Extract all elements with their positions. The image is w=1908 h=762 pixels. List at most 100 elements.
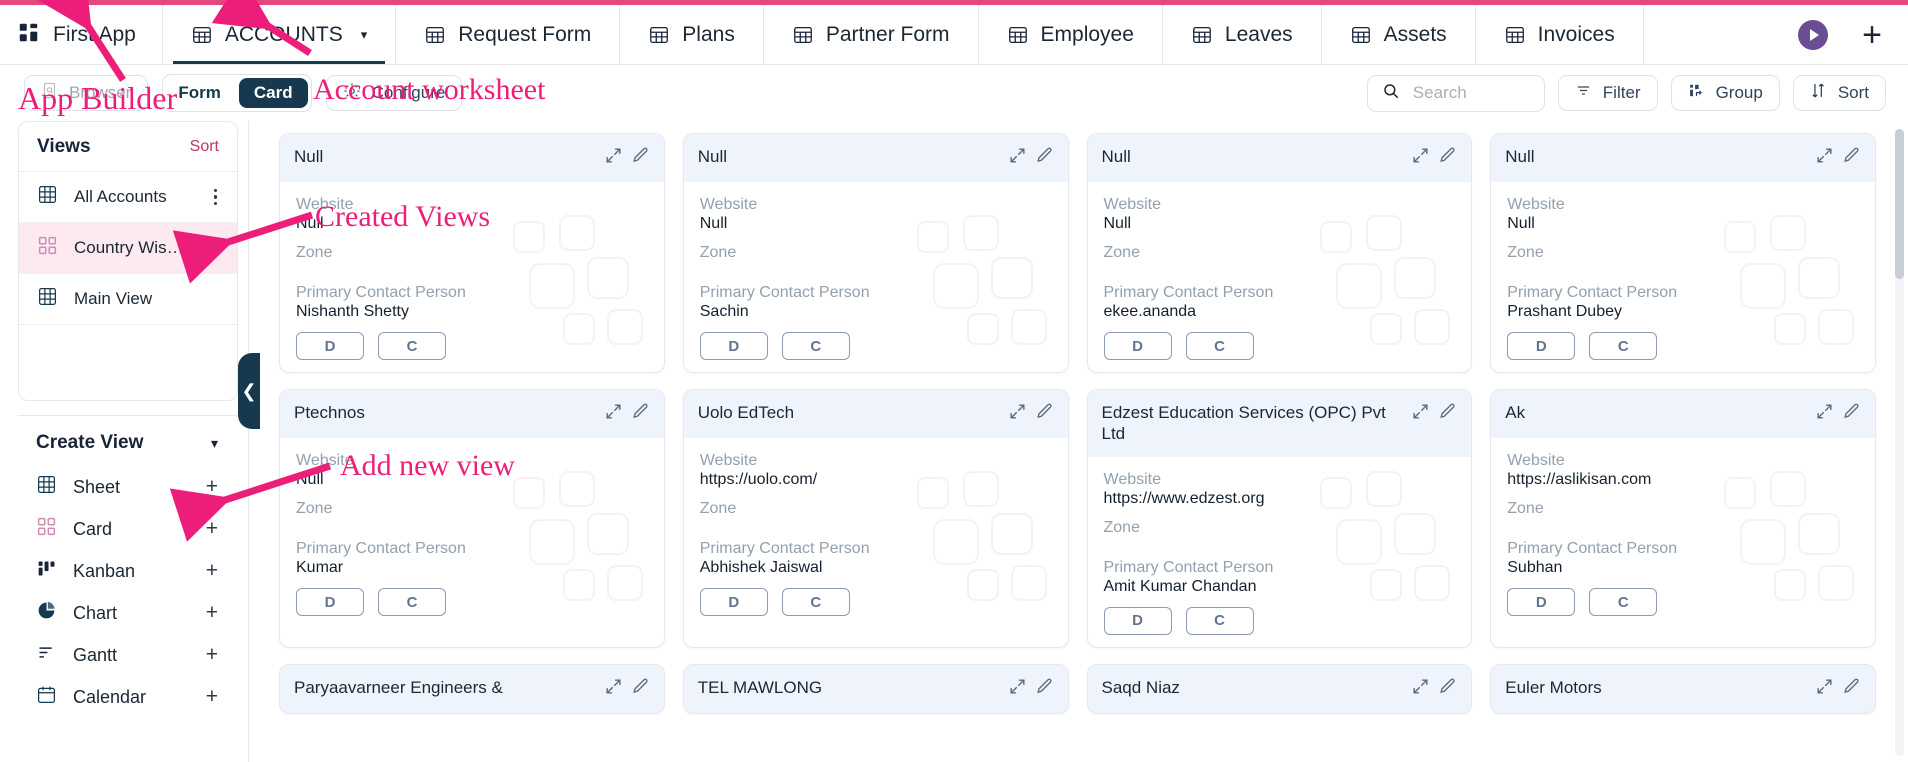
app-brand[interactable]: First App bbox=[0, 5, 163, 64]
record-card[interactable]: Ptechnos Website Null Zone Primary Contact P… bbox=[279, 389, 665, 648]
copy-button[interactable]: C bbox=[378, 332, 446, 360]
edit-icon[interactable] bbox=[1438, 402, 1457, 421]
field-label-zone: Zone bbox=[699, 500, 737, 517]
search-input[interactable] bbox=[1412, 83, 1530, 103]
edit-icon[interactable] bbox=[1842, 146, 1861, 165]
record-card[interactable]: Edzest Education Services (OPC) Pvt Ltd W… bbox=[1086, 389, 1473, 648]
expand-icon[interactable] bbox=[1008, 402, 1027, 421]
create-view-card[interactable]: Card + bbox=[18, 508, 238, 550]
edit-icon[interactable] bbox=[631, 402, 650, 421]
browser-button[interactable]: Browser bbox=[24, 75, 149, 111]
sort-button[interactable]: Sort bbox=[1792, 75, 1886, 111]
copy-button[interactable]: C bbox=[781, 332, 850, 360]
expand-icon[interactable] bbox=[604, 146, 623, 165]
card-tab[interactable]: Card bbox=[238, 78, 308, 108]
record-card[interactable]: Saqd Niaz bbox=[1086, 663, 1473, 714]
add-sheet-view-button[interactable]: + bbox=[206, 475, 218, 499]
edit-icon[interactable] bbox=[1035, 146, 1054, 165]
filter-button[interactable]: Filter bbox=[1557, 75, 1658, 111]
tab-assets[interactable]: Assets bbox=[1322, 5, 1476, 64]
search-box[interactable] bbox=[1366, 74, 1545, 112]
grid-scrollbar-thumb[interactable] bbox=[1895, 129, 1904, 279]
edit-icon[interactable] bbox=[1842, 677, 1861, 696]
edit-icon[interactable] bbox=[1842, 402, 1861, 421]
record-card[interactable]: Null Website Null Zone Primary Contact Perso… bbox=[279, 133, 665, 373]
add-card-view-button[interactable]: + bbox=[206, 517, 218, 541]
table-icon bbox=[191, 24, 213, 46]
tab-leaves[interactable]: Leaves bbox=[1163, 5, 1322, 64]
create-view-header[interactable]: Create View ▾ bbox=[18, 416, 238, 466]
expand-icon[interactable] bbox=[604, 402, 623, 421]
record-card[interactable]: Euler Motors bbox=[1490, 663, 1876, 714]
expand-icon[interactable] bbox=[1411, 146, 1430, 165]
sidebar-item-country-wise[interactable]: Country Wise A... bbox=[19, 223, 237, 274]
tab-partner-form[interactable]: Partner Form bbox=[764, 5, 979, 64]
expand-icon[interactable] bbox=[1008, 677, 1027, 696]
expand-icon[interactable] bbox=[1815, 146, 1834, 165]
create-view-kanban[interactable]: Kanban + bbox=[18, 550, 238, 592]
preview-play-icon[interactable] bbox=[1798, 19, 1829, 50]
edit-icon[interactable] bbox=[1035, 402, 1054, 421]
detail-button[interactable]: D bbox=[1507, 332, 1576, 360]
copy-button[interactable]: C bbox=[1185, 332, 1254, 360]
copy-button[interactable]: C bbox=[1589, 332, 1658, 360]
expand-icon[interactable] bbox=[1815, 402, 1834, 421]
view-options-icon[interactable] bbox=[208, 187, 224, 208]
form-tab[interactable]: Form bbox=[163, 75, 235, 111]
views-sort-link[interactable]: Sort bbox=[190, 138, 219, 156]
create-view-chart[interactable]: Chart + bbox=[18, 592, 238, 634]
copy-button[interactable]: C bbox=[1589, 588, 1658, 616]
edit-icon[interactable] bbox=[1035, 677, 1054, 696]
expand-icon[interactable] bbox=[1411, 402, 1430, 421]
detail-button[interactable]: D bbox=[1103, 332, 1172, 360]
add-kanban-view-button[interactable]: + bbox=[206, 559, 218, 583]
record-card[interactable]: Null Website Null Zone Primary Contact Perso… bbox=[1490, 133, 1876, 373]
copy-button[interactable]: C bbox=[378, 588, 446, 616]
record-card[interactable]: Uolo EdTech Website https://uolo.com/Zone P… bbox=[682, 389, 1069, 648]
chevron-down-icon[interactable]: ▾ bbox=[361, 27, 368, 43]
expand-icon[interactable] bbox=[604, 677, 623, 696]
edit-icon[interactable] bbox=[631, 677, 650, 696]
tab-employee[interactable]: Employee bbox=[979, 5, 1163, 64]
record-card[interactable]: Ak Website https://aslikisan.com Zone Primar… bbox=[1490, 389, 1876, 648]
create-view-panel: Create View ▾ Sheet + Card + Kanban + Ch… bbox=[18, 415, 238, 762]
tab-plans[interactable]: Plans bbox=[620, 5, 764, 64]
tab-accounts[interactable]: ACCOUNTS ▾ bbox=[163, 5, 397, 64]
grid-scrollbar[interactable] bbox=[1895, 129, 1904, 756]
edit-icon[interactable] bbox=[631, 146, 650, 165]
sidebar-item-main-view[interactable]: Main View bbox=[19, 274, 237, 325]
detail-button[interactable]: D bbox=[699, 332, 768, 360]
sidebar-item-all-accounts[interactable]: All Accounts bbox=[19, 172, 237, 223]
detail-button[interactable]: D bbox=[1103, 606, 1172, 635]
detail-button[interactable]: D bbox=[296, 332, 364, 360]
create-view-gantt[interactable]: Gantt + bbox=[18, 634, 238, 676]
group-button[interactable]: Group bbox=[1670, 75, 1780, 111]
add-table-button[interactable]: + bbox=[1862, 18, 1882, 52]
field-label-zone: Zone bbox=[1507, 244, 1544, 261]
edit-icon[interactable] bbox=[1438, 146, 1457, 165]
detail-button[interactable]: D bbox=[296, 588, 364, 616]
sidebar-collapse-handle[interactable]: ❮ bbox=[238, 353, 260, 429]
record-card[interactable]: Null Website Null Zone Primary Contact Perso… bbox=[682, 133, 1069, 373]
record-card[interactable]: Paryaavarneer Engineers & bbox=[279, 663, 665, 714]
add-chart-view-button[interactable]: + bbox=[206, 601, 218, 625]
expand-icon[interactable] bbox=[1815, 677, 1834, 696]
expand-icon[interactable] bbox=[1008, 146, 1027, 165]
add-gantt-view-button[interactable]: + bbox=[206, 643, 218, 667]
view-options-icon[interactable] bbox=[208, 238, 224, 259]
record-card[interactable]: TEL MAWLONG bbox=[682, 663, 1069, 714]
copy-button[interactable]: C bbox=[1185, 606, 1254, 635]
chevron-down-icon[interactable]: ▾ bbox=[211, 435, 218, 452]
tab-request-form[interactable]: Request Form bbox=[396, 5, 621, 64]
detail-button[interactable]: D bbox=[699, 588, 768, 616]
record-card[interactable]: Null Website Null Zone Primary Contact Perso… bbox=[1086, 133, 1473, 373]
edit-icon[interactable] bbox=[1438, 677, 1457, 696]
add-calendar-view-button[interactable]: + bbox=[206, 685, 218, 709]
copy-button[interactable]: C bbox=[781, 588, 850, 616]
create-view-sheet[interactable]: Sheet + bbox=[18, 466, 238, 508]
tab-invoices[interactable]: Invoices bbox=[1476, 5, 1644, 64]
expand-icon[interactable] bbox=[1411, 677, 1430, 696]
detail-button[interactable]: D bbox=[1507, 588, 1576, 616]
create-view-calendar[interactable]: Calendar + bbox=[18, 676, 238, 718]
configure-button[interactable]: Configure bbox=[325, 75, 463, 111]
